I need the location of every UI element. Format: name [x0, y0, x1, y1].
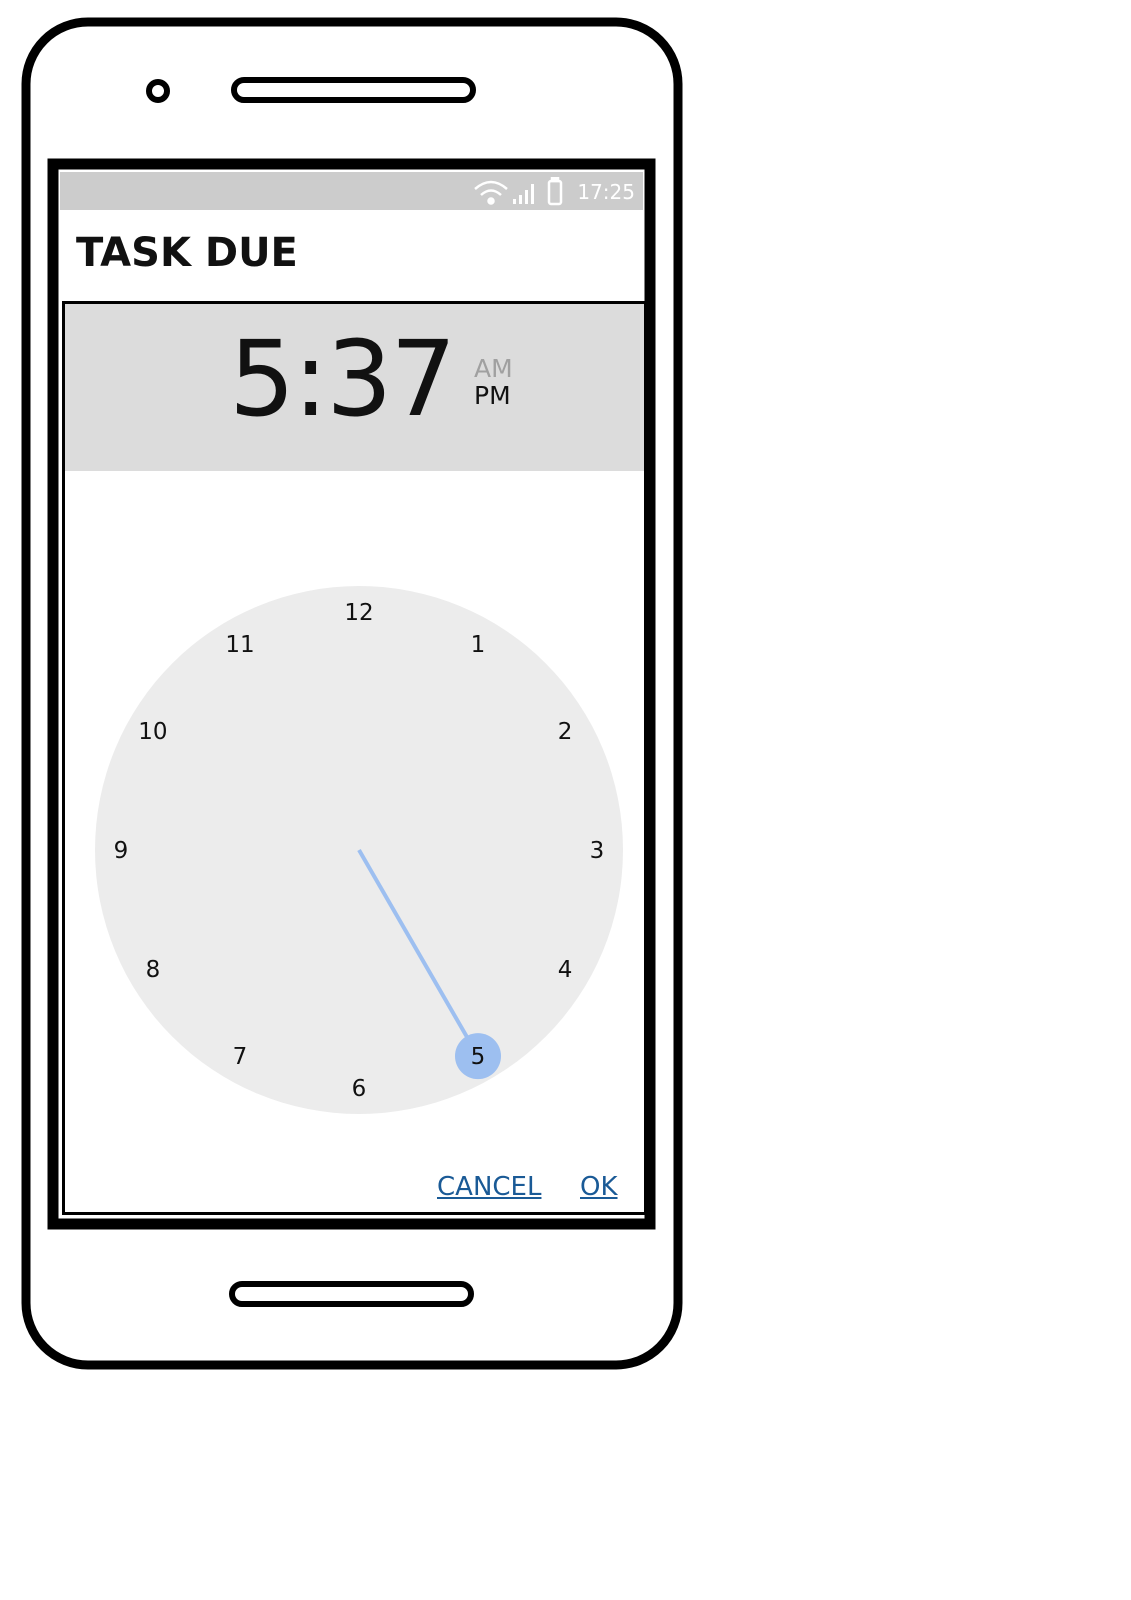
- page-title: TASK DUE: [76, 230, 298, 276]
- camera-icon: [146, 79, 170, 103]
- hour-4[interactable]: 4: [558, 957, 573, 983]
- signal-icon: [513, 184, 534, 204]
- wifi-icon: [474, 180, 508, 205]
- hour-3[interactable]: 3: [590, 838, 605, 864]
- battery-icon: [547, 177, 563, 206]
- status-bar: 17:25: [60, 172, 643, 210]
- hour-7[interactable]: 7: [233, 1044, 248, 1070]
- status-icons: [474, 177, 563, 206]
- speaker-grille: [231, 77, 476, 103]
- cancel-button[interactable]: CANCEL: [437, 1172, 541, 1202]
- hour-11[interactable]: 11: [225, 632, 254, 658]
- hour-8[interactable]: 8: [146, 957, 161, 983]
- hour-6[interactable]: 6: [352, 1076, 367, 1102]
- hour-1[interactable]: 1: [471, 632, 486, 658]
- hour-5[interactable]: 5: [471, 1044, 486, 1070]
- app-bar: TASK DUE: [60, 210, 643, 300]
- hour-12[interactable]: 12: [344, 600, 373, 626]
- hour-2[interactable]: 2: [558, 719, 573, 745]
- clock-dial[interactable]: 121234567891011: [65, 304, 651, 1218]
- hour-10[interactable]: 10: [138, 719, 167, 745]
- status-time: 17:25: [577, 180, 635, 204]
- time-picker-dialog: 5:37 AM PM 12 1 2 3 4 5 6 7 8 9 10 11 CANCEL OK: [62, 301, 648, 1215]
- ok-button[interactable]: OK: [580, 1172, 618, 1202]
- hour-9[interactable]: 9: [114, 838, 129, 864]
- home-bar: [229, 1281, 474, 1307]
